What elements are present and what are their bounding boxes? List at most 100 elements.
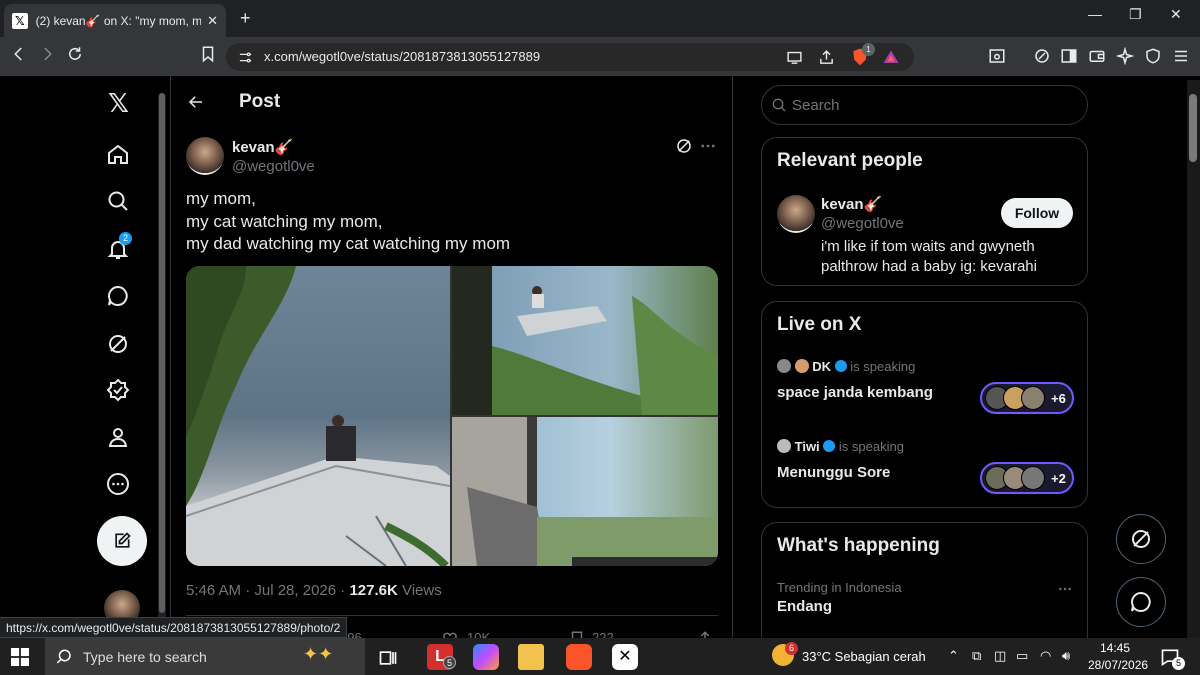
share-icon[interactable] — [818, 49, 835, 66]
grok-explain-icon[interactable] — [675, 137, 693, 155]
windows-start-icon[interactable] — [11, 648, 29, 666]
post-meta: 5:46 AM · Jul 28, 2026 · 127.6K Views — [186, 582, 442, 599]
minimize-button[interactable]: — — [1088, 6, 1102, 22]
photo-1[interactable] — [186, 266, 450, 566]
notifications-badge: 2 — [119, 232, 132, 245]
reader-mode-icon[interactable] — [988, 47, 1006, 65]
more-options-icon[interactable] — [699, 137, 717, 155]
messages-float-button[interactable] — [1116, 577, 1166, 627]
space2-status: is speaking — [838, 439, 904, 454]
file-explorer-icon[interactable] — [518, 644, 544, 670]
space2-host-avatar — [777, 439, 791, 453]
compose-icon — [115, 532, 131, 548]
weather-text[interactable]: 33°C Sebagian cerah — [802, 649, 926, 664]
author-name[interactable]: kevan🎸 — [232, 138, 293, 156]
brave-browser-icon[interactable] — [566, 644, 592, 670]
grok-icon — [1132, 530, 1150, 548]
clock-date[interactable]: 28/07/2026 — [1088, 658, 1148, 672]
grok-float-button[interactable] — [1116, 514, 1166, 564]
space1-speaker: DK is speaking — [777, 359, 915, 374]
views-label: Views — [397, 582, 442, 599]
back-arrow-icon[interactable] — [187, 93, 205, 111]
taskbar-search-placeholder: Type here to search — [83, 649, 207, 665]
person-name[interactable]: kevan🎸 — [821, 195, 882, 213]
space1-status: is speaking — [850, 359, 916, 374]
whats-happening-card: What's happening Trending in Indonesia E… — [761, 522, 1088, 652]
post-text-line: my dad watching my cat watching my mom — [186, 234, 511, 253]
task-view-icon[interactable] — [378, 648, 398, 668]
bandage-emoji-icon — [794, 359, 809, 373]
close-window-button[interactable]: ✕ — [1170, 6, 1182, 23]
menu-icon[interactable] — [1172, 47, 1190, 65]
search-icon — [56, 649, 71, 664]
space1-listeners[interactable]: +6 — [980, 382, 1074, 414]
back-button[interactable] — [10, 45, 28, 63]
cast-icon[interactable] — [786, 49, 803, 66]
reload-button[interactable] — [66, 45, 84, 63]
space1-more: +6 — [1051, 390, 1066, 406]
site-info-icon[interactable] — [238, 50, 253, 65]
page-scrollbar[interactable] — [1187, 80, 1200, 638]
shield-badge: 1 — [862, 43, 875, 56]
restore-button[interactable]: ❐ — [1129, 6, 1142, 23]
search-icon[interactable] — [106, 189, 130, 213]
tray-app-icon[interactable]: ⧉ — [972, 648, 981, 664]
post-column: Post kevan🎸 @wegotl0ve my mom, my cat wa… — [170, 76, 733, 648]
address-bar[interactable]: x.com/wegotl0ve/status/20818738130551278… — [226, 43, 914, 71]
person-handle[interactable]: @wegotl0ve — [821, 215, 904, 232]
compose-post-button[interactable] — [97, 516, 147, 566]
space2-title[interactable]: Menunggu Sore — [777, 464, 890, 481]
photo-2[interactable] — [452, 266, 718, 415]
close-tab-icon[interactable]: ✕ — [207, 13, 218, 29]
right-sidebar: Search Relevant people kevan🎸 @wegotl0ve… — [734, 76, 1184, 652]
tray-chevron-icon[interactable]: ⌃ — [948, 648, 959, 664]
space1-title[interactable]: space janda kembang — [777, 384, 933, 401]
capcut-icon[interactable]: ✕ — [612, 644, 638, 670]
live-on-x-card: Live on X DK is speaking space janda kem… — [761, 301, 1088, 508]
space2-listeners[interactable]: +2 — [980, 462, 1074, 494]
profile-icon[interactable] — [106, 425, 130, 449]
author-avatar[interactable] — [186, 137, 224, 175]
volume-icon[interactable]: 🔊︎ — [1062, 648, 1070, 664]
vpn-shield-icon[interactable] — [1144, 47, 1162, 65]
verified-icon[interactable] — [106, 378, 130, 402]
space2-speaker: Tiwi is speaking — [777, 439, 904, 454]
new-tab-button[interactable]: + — [240, 8, 251, 29]
wallet-icon[interactable] — [1088, 47, 1106, 65]
wifi-icon[interactable]: ◠ — [1040, 648, 1051, 664]
more-icon[interactable] — [106, 472, 130, 496]
grok-chat-icon[interactable] — [106, 284, 130, 308]
tray-network-app-icon[interactable]: ◫ — [994, 648, 1006, 664]
weather-badge: 6 — [785, 642, 798, 655]
relevant-people-card: Relevant people kevan🎸 @wegotl0ve Follow… — [761, 137, 1088, 286]
home-icon[interactable] — [106, 142, 130, 166]
photo-3[interactable] — [452, 417, 718, 566]
trend-category: Trending in Indonesia — [777, 580, 902, 595]
author-handle[interactable]: @wegotl0ve — [232, 158, 315, 175]
trend-more-icon[interactable] — [1057, 581, 1073, 597]
leo-ai-icon[interactable] — [1033, 47, 1051, 65]
battery-icon[interactable]: ▭ — [1016, 648, 1028, 664]
clock-time[interactable]: 14:45 — [1100, 641, 1130, 655]
bookmark-icon[interactable] — [199, 45, 217, 63]
copilot-app-icon[interactable] — [473, 644, 499, 670]
grok-icon[interactable] — [106, 332, 130, 356]
taskbar-search-input[interactable]: Type here to search ✦✦ — [45, 638, 365, 675]
sidebar-toggle-icon[interactable] — [1060, 47, 1078, 65]
sidebar-scrollbar[interactable] — [158, 93, 166, 625]
rewards-icon[interactable] — [882, 48, 900, 66]
trend-name[interactable]: Endang — [777, 598, 832, 615]
search-input[interactable]: Search — [761, 85, 1088, 125]
x-logo-icon[interactable]: 𝕏 — [108, 90, 134, 116]
link-status-bar: https://x.com/wegotl0ve/status/208187381… — [0, 617, 348, 638]
taskbar: Type here to search ✦✦ L 5 ✕ 6 33°C Seba… — [0, 638, 1200, 675]
forward-button[interactable] — [38, 45, 56, 63]
browser-tab[interactable]: 𝕏 (2) kevan🎸 on X: "my mom, my ✕ — [4, 4, 226, 37]
follow-button[interactable]: Follow — [1001, 198, 1073, 228]
person-avatar[interactable] — [777, 195, 815, 233]
ai-sparkle-icon[interactable] — [1116, 47, 1134, 65]
chat-icon — [1131, 591, 1151, 612]
tab-title: (2) kevan🎸 on X: "my mom, my — [35, 13, 202, 28]
space2-more: +2 — [1051, 470, 1066, 486]
post-timestamp[interactable]: 5:46 AM · Jul 28, 2026 · — [186, 582, 349, 599]
